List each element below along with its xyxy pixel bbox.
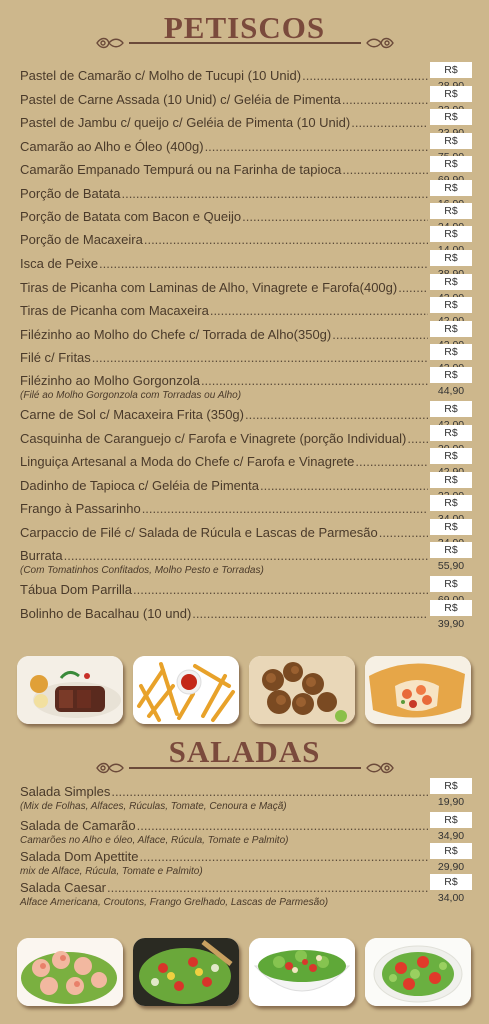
saladas-photos: [17, 938, 473, 1010]
item-name: Camarão ao Alho e Óleo (400g): [20, 139, 204, 154]
menu-item: Burrata R$ 55,90 (Com Tomatinhos Confitado…: [20, 542, 472, 576]
item-name: Porção de Batata: [20, 186, 121, 201]
item-price: R$ 14,00: [430, 226, 472, 256]
item-price: R$ 39,90: [430, 600, 472, 630]
item-price: R$ 23,90: [430, 86, 472, 116]
shrimp-wrap-photo: [365, 656, 471, 724]
item-name: Carpaccio de Filé c/ Salada de Rúcula e …: [20, 525, 378, 540]
saladas-ornament: [96, 762, 394, 774]
menu-item: Dadinho de Tapioca c/ Geléia de Pimenta R…: [20, 472, 472, 502]
item-name: Salada Caesar: [20, 880, 106, 895]
item-name: Tiras de Picanha com Laminas de Alho, Vi…: [20, 280, 398, 295]
menu-item: Pastel de Camarão c/ Molho de Tucupi (10…: [20, 62, 472, 92]
menu-item: Porção de Macaxeira R$ 14,00: [20, 226, 472, 256]
menu-item: Casquinha de Caranguejo c/ Farofa e Vina…: [20, 425, 472, 455]
item-price: R$ 19,90: [430, 778, 472, 808]
item-price: R$ 20,00: [430, 425, 472, 455]
item-price: R$ 24,90: [430, 203, 472, 233]
menu-item: Filézinho ao Molho do Chefe c/ Torrada d…: [20, 321, 472, 351]
petiscos-ornament: [96, 37, 394, 49]
menu-item: Tiras de Picanha com Macaxeira R$ 42,00: [20, 297, 472, 327]
item-description: (Mix de Folhas, Alfaces, Rúculas, Tomate…: [20, 801, 287, 812]
item-price: R$ 38,90: [430, 250, 472, 280]
tomato-lettuce-salad-photo: [365, 938, 471, 1006]
item-name: Pastel de Carne Assada (10 Unid) c/ Gelé…: [20, 92, 341, 107]
item-price: R$ 69,90: [430, 156, 472, 186]
item-price: R$ 42,00: [430, 344, 472, 374]
item-price: R$ 42,00: [430, 297, 472, 327]
item-name: Filé c/ Fritas: [20, 350, 91, 365]
menu-item: Pastel de Carne Assada (10 Unid) c/ Gelé…: [20, 86, 472, 116]
item-price: R$ 42,00: [430, 401, 472, 431]
green-salad-bowl-photo: [249, 938, 355, 1006]
item-price: R$ 42,00: [430, 274, 472, 304]
menu-item: Linguiça Artesanal a Moda do Chefe c/ Fa…: [20, 448, 472, 478]
item-name: Bolinho de Bacalhau (10 und): [20, 606, 192, 621]
item-price: R$ 34,00: [430, 874, 472, 904]
item-description: (Filé ao Molho Gorgonzola com Torradas o…: [20, 390, 242, 401]
item-name: Casquinha de Caranguejo c/ Farofa e Vina…: [20, 431, 407, 446]
menu-item: Salada Simples R$ 19,90 (Mix de Folhas, Al…: [20, 778, 472, 812]
menu-item: Carne de Sol c/ Macaxeira Frita (350g) R$…: [20, 401, 472, 431]
menu-item: Filé c/ Fritas R$ 42,00: [20, 344, 472, 374]
fried-chicken-photo: [249, 656, 355, 724]
item-name: Linguiça Artesanal a Moda do Chefe c/ Fa…: [20, 454, 355, 469]
petiscos-photos: [17, 656, 473, 728]
item-name: Camarão Empanado Tempurá ou na Farinha d…: [20, 162, 342, 177]
item-name: Isca de Peixe: [20, 256, 99, 271]
item-price: R$ 29,90: [430, 843, 472, 873]
item-price: R$ 23,90: [430, 109, 472, 139]
item-name: Tábua Dom Parrilla: [20, 582, 132, 597]
shrimp-salad-photo: [17, 938, 123, 1006]
item-name: Porção de Batata com Bacon e Queijo: [20, 209, 242, 224]
item-description: (Com Tomatinhos Confitados, Molho Pesto …: [20, 565, 264, 576]
menu-item: Pastel de Jambu c/ queijo c/ Geléia de P…: [20, 109, 472, 139]
item-name: Salada Simples: [20, 784, 111, 799]
menu-item: Salada Caesar R$ 34,00 Alface Americana, C…: [20, 874, 472, 908]
item-description: Alface Americana, Croutons, Frango Grelh…: [20, 897, 329, 908]
menu-item: Salada de Camarão R$ 34,90 Camarões no Alh…: [20, 812, 472, 846]
menu-item: Camarão ao Alho e Óleo (400g) R$ 75,90: [20, 133, 472, 163]
item-price: R$ 34,90: [430, 519, 472, 549]
item-price: R$ 69,00: [430, 576, 472, 606]
mixed-vegetable-salad-photo: [133, 938, 239, 1006]
menu-item: Isca de Peixe R$ 38,90: [20, 250, 472, 280]
menu-item: Camarão Empanado Tempurá ou na Farinha d…: [20, 156, 472, 186]
menu-item: Salada Dom Apettite R$ 29,90 mix de Alface…: [20, 843, 472, 877]
menu-item: Tiras de Picanha com Laminas de Alho, Vi…: [20, 274, 472, 304]
item-name: Tiras de Picanha com Macaxeira: [20, 303, 209, 318]
item-price: R$ 22,00: [430, 472, 472, 502]
item-name: Salada Dom Apettite: [20, 849, 139, 864]
item-name: Filézinho ao Molho Gorgonzola: [20, 373, 200, 388]
item-price: R$ 75,90: [430, 133, 472, 163]
item-name: Pastel de Camarão c/ Molho de Tucupi (10…: [20, 68, 302, 83]
menu-item: Carpaccio de Filé c/ Salada de Rúcula e …: [20, 519, 472, 549]
item-name: Frango à Passarinho: [20, 501, 141, 516]
item-name: Salada de Camarão: [20, 818, 136, 833]
item-name: Pastel de Jambu c/ queijo c/ Geléia de P…: [20, 115, 351, 130]
item-price: R$ 42,00: [430, 321, 472, 351]
menu-item: Filézinho ao Molho Gorgonzola R$ 44,90 (Fi…: [20, 367, 472, 401]
grilled-meat-platter-photo: [17, 656, 123, 724]
item-name: Porção de Macaxeira: [20, 232, 143, 247]
item-name: Carne de Sol c/ Macaxeira Frita (350g): [20, 407, 244, 422]
menu-item: Porção de Batata R$ 16,90: [20, 180, 472, 210]
item-price: R$ 42,90: [430, 448, 472, 478]
item-price: R$ 34,90: [430, 812, 472, 842]
item-name: Filézinho ao Molho do Chefe c/ Torrada d…: [20, 327, 332, 342]
item-name: Dadinho de Tapioca c/ Geléia de Pimenta: [20, 478, 259, 493]
item-price: R$ 44,90: [430, 367, 472, 397]
item-description: mix de Alface, Rúcula, Tomate e Palmito): [20, 866, 203, 877]
menu-item: Bolinho de Bacalhau (10 und) R$ 39,90: [20, 600, 472, 630]
menu-item: Frango à Passarinho R$ 34,00: [20, 495, 472, 525]
menu-item: Tábua Dom Parrilla R$ 69,00: [20, 576, 472, 606]
item-price: R$ 34,00: [430, 495, 472, 525]
menu-item: Porção de Batata com Bacon e Queijo R$ 24…: [20, 203, 472, 233]
item-price: R$ 55,90: [430, 542, 472, 572]
item-name: Burrata: [20, 548, 63, 563]
french-fries-photo: [133, 656, 239, 724]
item-price: R$ 16,90: [430, 180, 472, 210]
item-price: R$ 28,90: [430, 62, 472, 92]
item-description: Camarões no Alho e óleo, Alface, Rúcula,…: [20, 835, 289, 846]
